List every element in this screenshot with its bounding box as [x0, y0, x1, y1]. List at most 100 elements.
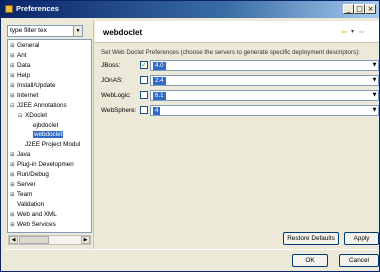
- window-title: Preferences: [16, 4, 59, 13]
- tree-item-install-update[interactable]: ⊞ Install/Update: [10, 82, 56, 90]
- filter-placeholder: type filter tex: [10, 27, 47, 34]
- server-label: WebLogic:: [101, 92, 132, 99]
- maximize-button[interactable]: □: [354, 4, 365, 14]
- apply-button[interactable]: Apply: [344, 232, 379, 245]
- version-value: 2.4: [153, 77, 166, 85]
- tree-item-label: Internet: [17, 92, 39, 99]
- tree-item-label: webdoclet: [33, 131, 64, 138]
- server-row-websphere: WebSphere: 4 ▼: [101, 105, 379, 117]
- server-row-jboss: JBoss: ✓ 4.0 ▼: [101, 60, 379, 72]
- filter-input[interactable]: type filter tex ▼: [7, 25, 83, 37]
- version-combo[interactable]: 6.1 ▼: [150, 90, 379, 101]
- scrollbar-thumb[interactable]: [19, 236, 49, 244]
- tree-item-web-and-xml[interactable]: ⊞ Web and XML: [10, 211, 57, 219]
- tree-item-team[interactable]: ⊞ Team: [10, 191, 32, 199]
- server-checkbox[interactable]: ✓: [140, 61, 148, 69]
- collapse-icon[interactable]: ⊟: [10, 102, 17, 110]
- ok-button[interactable]: OK: [292, 254, 328, 267]
- back-arrow-icon[interactable]: ⇦: [341, 28, 347, 36]
- tree-item-label: XDoclet: [25, 112, 48, 119]
- tree-item-label: Server: [17, 181, 36, 188]
- dropdown-arrow-icon[interactable]: ▼: [371, 61, 378, 70]
- version-value: 6.1: [153, 92, 166, 100]
- tree-item-xdoclet[interactable]: ⊟ XDoclet: [18, 112, 47, 120]
- page-header: webdoclet ⇦ ▾ ⇨: [95, 21, 379, 43]
- pane-splitter[interactable]: [93, 21, 94, 249]
- forward-arrow-icon[interactable]: ⇨: [359, 28, 365, 36]
- page-description: Set Web Doclet Preferences (choose the s…: [101, 49, 360, 56]
- server-row-jonas: JOnAS: 2.4 ▼: [101, 75, 379, 87]
- tree-item-label: ejbdoclet: [33, 122, 59, 129]
- tree-item-label: Ant: [17, 52, 27, 59]
- tree-item-ant[interactable]: ⊞ Ant: [10, 52, 26, 60]
- server-checkbox[interactable]: [140, 76, 148, 84]
- cancel-button[interactable]: Cancel: [339, 254, 379, 267]
- preferences-app-icon: [5, 5, 13, 13]
- expand-icon[interactable]: ⊞: [10, 72, 17, 80]
- expand-icon[interactable]: ⊞: [10, 161, 17, 169]
- expand-icon[interactable]: ⊞: [10, 181, 17, 189]
- scroll-left-icon[interactable]: ◀: [9, 236, 18, 244]
- tree-item-label: Help: [17, 72, 30, 79]
- tree-item-label: Web and XML: [17, 211, 57, 218]
- preferences-tree[interactable]: ⊞ General ⊞ Ant ⊞ Data ⊞ Help ⊞ Install/Updat…: [7, 39, 92, 233]
- server-label: JBoss:: [101, 62, 121, 69]
- tree-item-plugin-development[interactable]: ⊞ Plug-in Developmen: [10, 161, 74, 169]
- expand-icon[interactable]: ⊞: [10, 92, 17, 100]
- tree-item-label: Data: [17, 62, 31, 69]
- expand-icon[interactable]: ⊞: [10, 221, 17, 229]
- tree-item-ejbdoclet[interactable]: ejbdoclet: [33, 122, 58, 130]
- tree-item-validation[interactable]: Validation: [17, 201, 44, 209]
- tree-item-label: Java: [17, 151, 31, 158]
- expand-icon[interactable]: ⊞: [10, 191, 17, 199]
- title-bar[interactable]: Preferences _ □ ×: [1, 1, 379, 18]
- expand-icon[interactable]: ⊞: [10, 82, 17, 90]
- tree-item-general[interactable]: ⊞ General: [10, 42, 39, 50]
- expand-icon[interactable]: ⊞: [10, 211, 17, 219]
- tree-item-j2ee-annotations[interactable]: ⊟ J2EE Annotations: [10, 102, 67, 110]
- tree-item-internet[interactable]: ⊞ Internet: [10, 92, 38, 100]
- expand-icon[interactable]: ⊞: [10, 171, 17, 179]
- server-checkbox[interactable]: [140, 106, 148, 114]
- page-title: webdoclet: [103, 28, 143, 37]
- tree-item-webdoclet[interactable]: webdoclet: [33, 131, 64, 139]
- expand-icon[interactable]: ⊞: [10, 42, 17, 50]
- tree-item-label: Plug-in Developmen: [17, 161, 74, 168]
- tree-item-data[interactable]: ⊞ Data: [10, 62, 30, 70]
- dropdown-arrow-icon[interactable]: ▼: [371, 106, 378, 115]
- server-label: WebSphere:: [101, 107, 137, 114]
- expand-icon[interactable]: ⊞: [10, 151, 17, 159]
- version-combo[interactable]: 4.0 ▼: [150, 60, 379, 71]
- tree-item-label: Web Services: [17, 221, 56, 228]
- tree-item-java[interactable]: ⊞ Java: [10, 151, 30, 159]
- tree-item-help[interactable]: ⊞ Help: [10, 72, 30, 80]
- server-row-weblogic: WebLogic: 6.1 ▼: [101, 90, 379, 102]
- expand-icon[interactable]: ⊞: [10, 62, 17, 70]
- tree-item-server[interactable]: ⊞ Server: [10, 181, 36, 189]
- tree-item-run-debug[interactable]: ⊞ Run/Debug: [10, 171, 49, 179]
- tree-item-j2ee-project-modules[interactable]: J2EE Project Modul: [25, 141, 80, 149]
- expand-icon[interactable]: ⊞: [10, 52, 17, 60]
- minimize-button[interactable]: _: [343, 4, 354, 14]
- close-button[interactable]: ×: [365, 4, 376, 14]
- history-menu-icon[interactable]: ▾: [351, 28, 354, 35]
- tree-item-label: J2EE Project Modul: [25, 141, 81, 148]
- server-checkbox[interactable]: [140, 91, 148, 99]
- version-combo[interactable]: 2.4 ▼: [150, 75, 379, 86]
- tree-item-label: Install/Update: [17, 82, 56, 89]
- collapse-icon[interactable]: ⊟: [18, 112, 25, 120]
- footer-separator: [5, 249, 377, 250]
- version-value: 4.0: [153, 62, 166, 70]
- filter-dropdown-icon[interactable]: ▼: [73, 26, 82, 36]
- version-combo[interactable]: 4 ▼: [150, 105, 379, 116]
- dropdown-arrow-icon[interactable]: ▼: [371, 91, 378, 100]
- tree-item-label: Validation: [17, 201, 45, 208]
- server-label: JOnAS:: [101, 77, 124, 84]
- tree-item-web-services[interactable]: ⊞ Web Services: [10, 221, 56, 229]
- version-value: 4: [153, 107, 161, 115]
- tree-item-label: J2EE Annotations: [17, 102, 67, 109]
- restore-defaults-button[interactable]: Restore Defaults: [283, 232, 339, 245]
- dropdown-arrow-icon[interactable]: ▼: [371, 76, 378, 85]
- scroll-right-icon[interactable]: ▶: [81, 236, 90, 244]
- tree-horizontal-scrollbar[interactable]: ◀ ▶: [8, 235, 91, 245]
